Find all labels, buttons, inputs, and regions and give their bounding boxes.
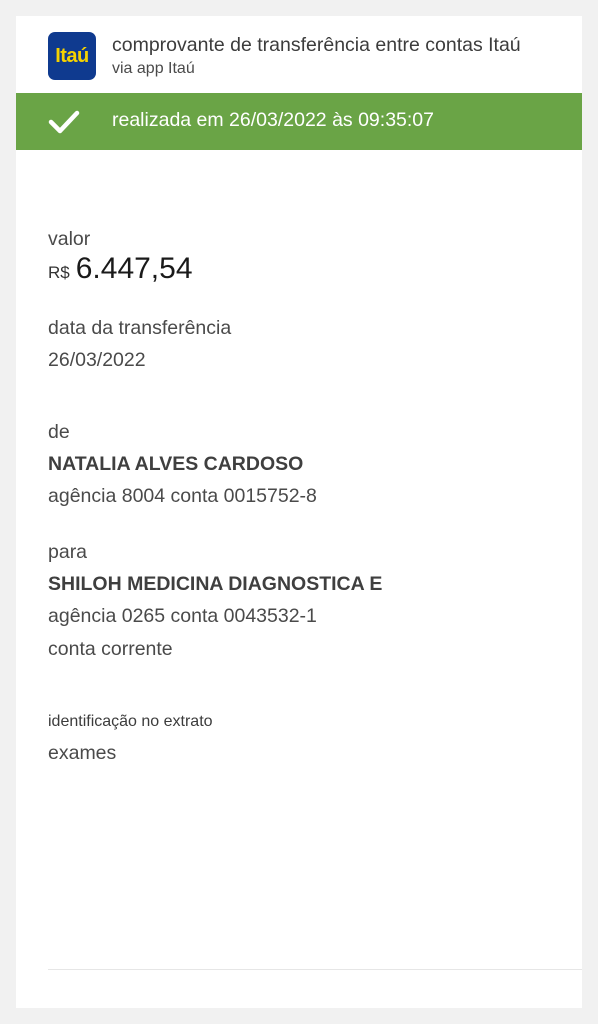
status-banner: realizada em 26/03/2022 às 09:35:07 <box>16 93 582 150</box>
para-account: agência 0265 conta 0043532-1 <box>48 605 317 627</box>
amount-value: 6.447,54 <box>75 252 193 285</box>
para-name: SHILOH MEDICINA DIAGNOSTICA E <box>48 573 383 595</box>
valor-amount: R$ 6.447,54 <box>48 252 193 286</box>
currency-symbol: R$ <box>48 263 70 282</box>
valor-label: valor <box>48 228 91 250</box>
receipt-subtitle: via app Itaú <box>112 60 195 77</box>
receipt-header: Itaú comprovante de transferência entre … <box>16 16 582 93</box>
de-name: NATALIA ALVES CARDOSO <box>48 453 304 475</box>
identificacao-value: exames <box>48 742 117 764</box>
receipt-title: comprovante de transferência entre conta… <box>112 34 521 56</box>
itau-logo: Itaú <box>48 32 96 80</box>
de-account: agência 8004 conta 0015752-8 <box>48 485 317 507</box>
data-transferencia-value: 26/03/2022 <box>48 349 146 371</box>
data-transferencia-label: data da transferência <box>48 317 232 339</box>
para-account-type: conta corrente <box>48 638 173 660</box>
receipt-card: Itaú comprovante de transferência entre … <box>16 16 582 1008</box>
identificacao-label: identificação no extrato <box>48 713 213 730</box>
check-icon <box>48 110 80 134</box>
divider <box>48 969 582 970</box>
itau-logo-text: Itaú <box>55 44 89 67</box>
de-label: de <box>48 421 70 443</box>
para-label: para <box>48 541 88 563</box>
status-text: realizada em 26/03/2022 às 09:35:07 <box>112 109 434 131</box>
